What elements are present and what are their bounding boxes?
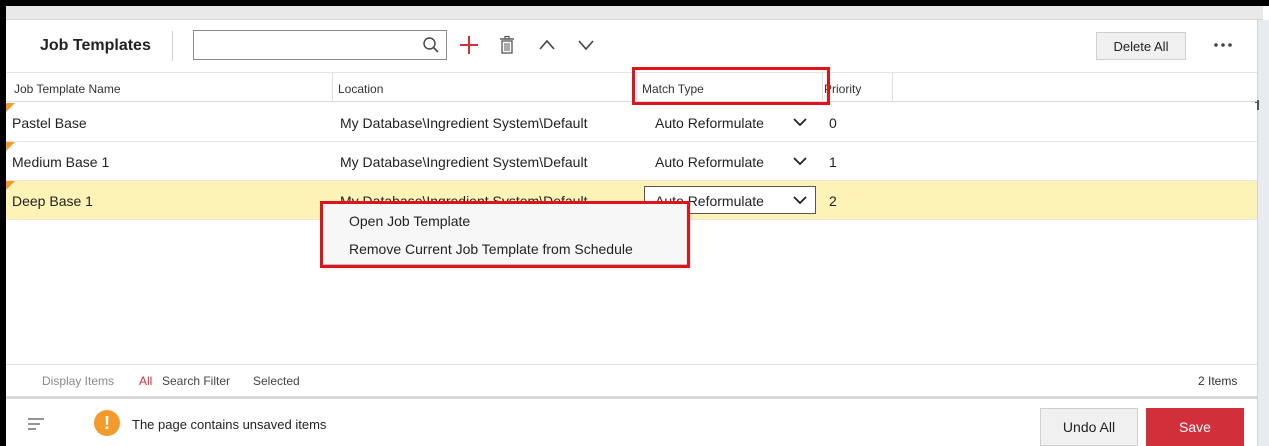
- column-header-location[interactable]: Location: [338, 82, 383, 96]
- filter-search-filter[interactable]: Search Filter: [162, 374, 230, 388]
- right-edge-panel: [1255, 20, 1269, 446]
- filter-all[interactable]: All: [139, 374, 152, 388]
- match-type-value: Auto Reformulate: [655, 115, 764, 131]
- context-menu: Open Job Template Remove Current Job Tem…: [322, 203, 688, 265]
- column-divider[interactable]: [822, 73, 823, 102]
- footer-filter-bar: Display Items All Search Filter Selected…: [6, 364, 1257, 394]
- menu-lines-icon[interactable]: [28, 417, 44, 431]
- column-header-name[interactable]: Job Template Name: [14, 82, 121, 96]
- toolbar: Job Templates Delete All: [6, 24, 1257, 68]
- save-button[interactable]: Save: [1146, 408, 1244, 446]
- column-header-priority[interactable]: Priority: [824, 82, 861, 96]
- match-type-value: Auto Reformulate: [655, 154, 764, 170]
- chevron-down-icon[interactable]: [575, 34, 597, 56]
- more-icon[interactable]: [1212, 38, 1234, 52]
- cell-priority: 2: [829, 193, 837, 209]
- search-box[interactable]: [193, 30, 447, 60]
- search-icon[interactable]: [422, 36, 440, 54]
- page-title: Job Templates: [40, 37, 151, 54]
- chevron-down-icon[interactable]: [793, 117, 807, 127]
- table-row[interactable]: Medium Base 1 My Database\Ingredient Sys…: [6, 142, 1257, 181]
- column-header-match-type[interactable]: Match Type: [642, 82, 704, 96]
- status-bar: ! The page contains unsaved items Undo A…: [6, 396, 1257, 446]
- menu-item-remove-job-template[interactable]: Remove Current Job Template from Schedul…: [323, 236, 687, 262]
- display-items-label: Display Items: [42, 374, 115, 388]
- cell-name: Deep Base 1: [12, 193, 93, 209]
- chevron-down-icon[interactable]: [793, 195, 807, 205]
- row-flag: [6, 103, 15, 112]
- cell-location: My Database\Ingredient System\Default: [340, 154, 588, 170]
- toolbar-divider: [172, 31, 173, 61]
- add-icon[interactable]: [458, 34, 480, 56]
- row-flag: [6, 181, 15, 190]
- trash-icon[interactable]: [496, 34, 518, 56]
- delete-all-button[interactable]: Delete All: [1096, 32, 1186, 60]
- row-flag: [6, 142, 15, 151]
- undo-all-button[interactable]: Undo All: [1040, 408, 1138, 446]
- chevron-down-icon[interactable]: [793, 156, 807, 166]
- column-divider[interactable]: [636, 73, 637, 102]
- column-divider[interactable]: [332, 73, 333, 102]
- table-row[interactable]: Pastel Base My Database\Ingredient Syste…: [6, 103, 1257, 142]
- menu-item-open-job-template[interactable]: Open Job Template: [323, 208, 687, 234]
- table-header: Job Template Name Location Match Type Pr…: [6, 72, 1257, 102]
- match-type-select[interactable]: Auto Reformulate: [644, 108, 816, 136]
- warning-icon: !: [94, 410, 120, 436]
- items-count: 2 Items: [1198, 374, 1238, 388]
- cell-name: Medium Base 1: [12, 154, 110, 170]
- cell-location: My Database\Ingredient System\Default: [340, 115, 588, 131]
- column-divider[interactable]: [892, 73, 893, 102]
- match-type-select[interactable]: Auto Reformulate: [644, 147, 816, 175]
- search-input[interactable]: [200, 31, 410, 59]
- chevron-up-icon[interactable]: [536, 34, 558, 56]
- status-message: The page contains unsaved items: [132, 417, 327, 432]
- cell-priority: 0: [829, 115, 837, 131]
- top-strip: [6, 6, 1263, 20]
- cell-name: Pastel Base: [12, 115, 87, 131]
- filter-selected[interactable]: Selected: [253, 374, 300, 388]
- cell-priority: 1: [829, 154, 837, 170]
